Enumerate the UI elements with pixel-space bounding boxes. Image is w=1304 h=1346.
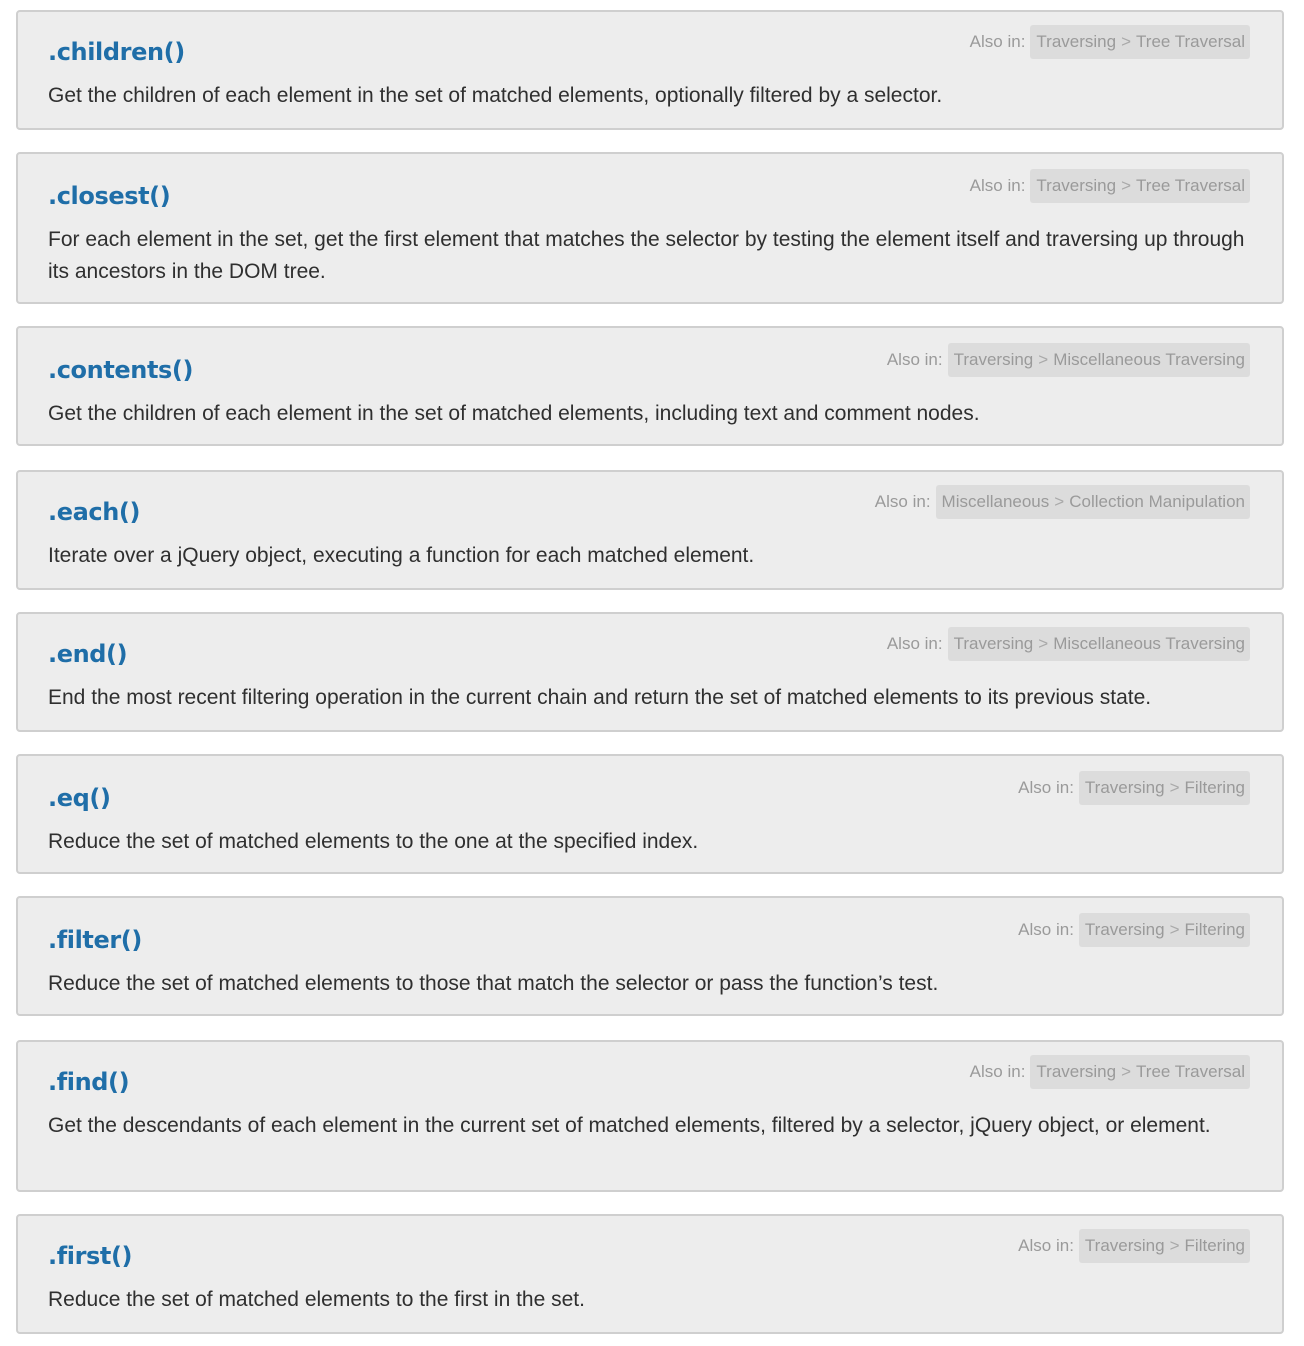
also-in: Also in: Traversing > Miscellaneous Trav… (887, 343, 1250, 377)
breadcrumb-separator: > (1121, 32, 1132, 51)
category-badge: Traversing > Filtering (1078, 913, 1250, 947)
entry-title-link[interactable]: .contents() (48, 356, 193, 384)
also-in: Also in: Traversing > Miscellaneous Trav… (887, 627, 1250, 661)
also-in: Also in: Traversing > Tree Traversal (970, 1055, 1250, 1089)
category-badge: Traversing > Tree Traversal (1030, 25, 1250, 59)
entry-title-link[interactable]: .filter() (48, 926, 142, 954)
api-entry-find: .find() Also in: Traversing > Tree Trave… (16, 1040, 1284, 1192)
category-link[interactable]: Traversing (954, 634, 1034, 654)
entry-description: Get the children of each element in the … (48, 402, 980, 425)
subcategory-link[interactable]: Filtering (1185, 778, 1245, 798)
also-in: Also in: Traversing > Tree Traversal (970, 25, 1250, 59)
category-badge: Traversing > Filtering (1078, 771, 1250, 805)
entry-title-link[interactable]: .children() (48, 38, 185, 66)
also-in: Also in: Miscellaneous > Collection Mani… (875, 485, 1250, 519)
also-in-label: Also in: (969, 1062, 1026, 1081)
breadcrumb-separator: > (1169, 1236, 1180, 1255)
entry-title-link[interactable]: .each() (48, 498, 140, 526)
api-entry-end: .end() Also in: Traversing > Miscellaneo… (16, 612, 1284, 732)
category-badge: Traversing > Filtering (1078, 1229, 1250, 1263)
category-link[interactable]: Traversing (1036, 32, 1116, 52)
category-link[interactable]: Traversing (1036, 1062, 1116, 1082)
also-in-label: Also in: (1018, 778, 1074, 797)
breadcrumb-separator: > (1038, 350, 1049, 369)
subcategory-link[interactable]: Miscellaneous Traversing (1053, 634, 1245, 654)
category-badge: Traversing > Miscellaneous Traversing (947, 627, 1250, 661)
entry-description: Get the children of each element in the … (48, 84, 943, 107)
category-link[interactable]: Miscellaneous (942, 492, 1050, 512)
also-in: Also in: Traversing > Tree Traversal (970, 169, 1250, 203)
api-entry-eq: .eq() Also in: Traversing > Filtering Re… (16, 754, 1284, 874)
category-badge: Miscellaneous > Collection Manipulation (935, 485, 1250, 519)
subcategory-link[interactable]: Tree Traversal (1136, 1062, 1245, 1082)
category-link[interactable]: Traversing (1085, 778, 1165, 798)
entry-title-link[interactable]: .first() (48, 1242, 133, 1270)
entry-title-link[interactable]: .closest() (48, 182, 171, 210)
entry-description: Reduce the set of matched elements to th… (48, 830, 699, 853)
also-in: Also in: Traversing > Filtering (1018, 913, 1250, 947)
entry-title-link[interactable]: .eq() (48, 784, 111, 812)
entry-description: Reduce the set of matched elements to th… (48, 972, 939, 995)
breadcrumb-separator: > (1038, 634, 1049, 653)
subcategory-link[interactable]: Miscellaneous Traversing (1053, 350, 1245, 370)
category-link[interactable]: Traversing (1036, 176, 1116, 196)
entry-description: For each element in the set, get the fir… (48, 228, 1245, 283)
also-in: Also in: Traversing > Filtering (1018, 1229, 1250, 1263)
entry-title-link[interactable]: .end() (48, 640, 128, 668)
entry-description: End the most recent filtering operation … (48, 686, 1152, 709)
entry-title-link[interactable]: .find() (48, 1068, 130, 1096)
breadcrumb-separator: > (1121, 1062, 1132, 1081)
also-in-label: Also in: (1018, 920, 1074, 939)
entry-description: Reduce the set of matched elements to th… (48, 1288, 585, 1311)
breadcrumb-separator: > (1169, 778, 1180, 797)
subcategory-link[interactable]: Tree Traversal (1136, 32, 1245, 52)
breadcrumb-separator: > (1121, 176, 1132, 195)
api-entry-closest: .closest() Also in: Traversing > Tree Tr… (16, 152, 1284, 304)
api-entry-first: .first() Also in: Traversing > Filtering… (16, 1214, 1284, 1334)
also-in-label: Also in: (969, 32, 1026, 51)
also-in: Also in: Traversing > Filtering (1018, 771, 1250, 805)
also-in-label: Also in: (874, 492, 931, 511)
category-link[interactable]: Traversing (954, 350, 1034, 370)
api-entry-list: .children() Also in: Traversing > Tree T… (0, 0, 1304, 1346)
api-entry-contents: .contents() Also in: Traversing > Miscel… (16, 326, 1284, 446)
subcategory-link[interactable]: Tree Traversal (1136, 176, 1245, 196)
subcategory-link[interactable]: Collection Manipulation (1069, 492, 1245, 512)
breadcrumb-separator: > (1169, 920, 1180, 939)
category-badge: Traversing > Tree Traversal (1030, 1055, 1250, 1089)
subcategory-link[interactable]: Filtering (1185, 920, 1245, 940)
entry-description: Get the descendants of each element in t… (48, 1114, 1211, 1137)
also-in-label: Also in: (1018, 1236, 1074, 1255)
category-link[interactable]: Traversing (1085, 1236, 1165, 1256)
subcategory-link[interactable]: Filtering (1185, 1236, 1245, 1256)
category-badge: Traversing > Tree Traversal (1030, 169, 1250, 203)
also-in-label: Also in: (886, 634, 943, 653)
breadcrumb-separator: > (1054, 492, 1065, 511)
api-entry-children: .children() Also in: Traversing > Tree T… (16, 10, 1284, 130)
category-badge: Traversing > Miscellaneous Traversing (947, 343, 1250, 377)
category-link[interactable]: Traversing (1085, 920, 1165, 940)
api-entry-filter: .filter() Also in: Traversing > Filterin… (16, 896, 1284, 1016)
entry-description: Iterate over a jQuery object, executing … (48, 544, 755, 567)
also-in-label: Also in: (969, 176, 1026, 195)
api-entry-each: .each() Also in: Miscellaneous > Collect… (16, 470, 1284, 590)
also-in-label: Also in: (886, 350, 943, 369)
